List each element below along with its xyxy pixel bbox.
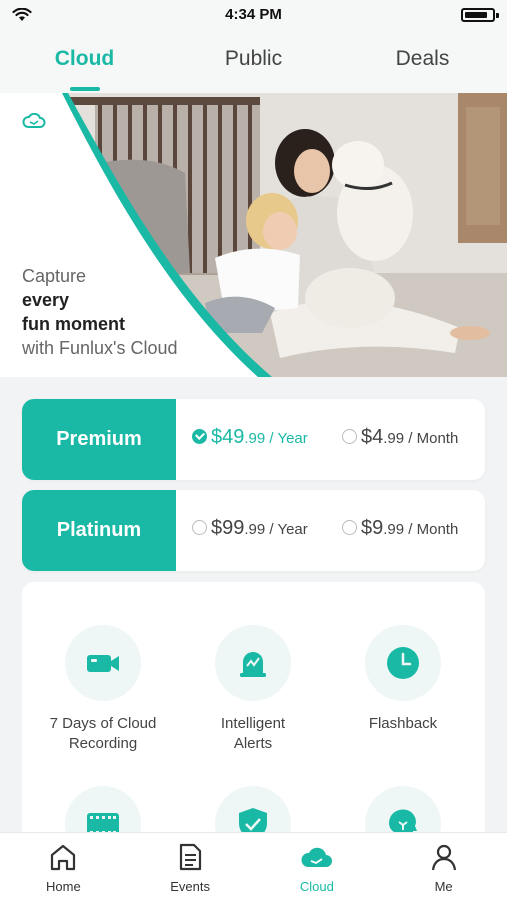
tab-label: Deals	[395, 47, 450, 70]
nav-label: Cloud	[299, 879, 334, 894]
cloud-icon	[22, 113, 46, 128]
feature-label: Alerts	[233, 735, 273, 752]
price-dollars: $9	[361, 517, 384, 539]
price-cents: .99	[244, 430, 266, 447]
price-dollars: $49	[211, 426, 245, 448]
price-cents: .99	[383, 521, 405, 538]
nav-label: Home	[46, 879, 81, 894]
plan-card-platinum: Platinum $99.99 / Year $9.99 / Month	[22, 490, 485, 571]
nav-label: Me	[434, 879, 453, 894]
alert-bell-icon	[240, 652, 266, 677]
price-dollars: $4	[361, 426, 384, 448]
feature-flashback: Flashback	[333, 625, 473, 734]
tagline-line: every	[22, 290, 70, 310]
clock-icon	[387, 647, 419, 679]
person-icon	[431, 844, 456, 871]
home-icon	[51, 844, 76, 871]
nav-me[interactable]: Me	[380, 833, 507, 900]
price-period: / Year	[265, 521, 308, 538]
tab-cloud[interactable]: Cloud	[0, 30, 169, 93]
feature-label: Intelligent	[220, 715, 286, 732]
radio-checked-icon	[192, 429, 207, 444]
price-cents: .99	[244, 521, 266, 538]
tab-label: Public	[224, 47, 283, 70]
radio-unchecked-icon	[192, 520, 207, 535]
feature-intelligent-alerts: Intelligent Alerts	[183, 625, 323, 754]
battery-icon	[461, 8, 499, 22]
price-cents: .99	[383, 430, 405, 447]
feature-label: Recording	[68, 735, 138, 752]
price-option-platinum-year[interactable]: $99.99 / Year	[192, 517, 308, 540]
document-icon	[180, 843, 202, 871]
feature-cloud-recording: 7 Days of Cloud Recording	[33, 625, 173, 754]
price-option-platinum-month[interactable]: $9.99 / Month	[342, 517, 458, 540]
tab-deals[interactable]: Deals	[338, 30, 507, 93]
video-camera-icon	[87, 655, 119, 672]
plan-name: Premium	[22, 399, 176, 480]
plan-name: Platinum	[22, 490, 176, 571]
tab-label: Cloud	[54, 47, 115, 70]
price-period: / Month	[404, 521, 459, 538]
radio-unchecked-icon	[342, 520, 357, 535]
price-option-premium-month[interactable]: $4.99 / Month	[342, 426, 458, 449]
tagline-line: with Funlux's Cloud	[22, 338, 178, 358]
nav-home[interactable]: Home	[0, 833, 127, 900]
tagline-line: fun moment	[22, 314, 125, 334]
feature-label: 7 Days of Cloud	[49, 715, 157, 732]
nav-cloud[interactable]: Cloud	[254, 833, 381, 900]
status-time: 4:34 PM	[225, 6, 282, 23]
bottom-nav: Home Events Cloud Me	[0, 832, 507, 900]
cloud-icon	[301, 847, 332, 867]
tagline-line: Capture	[22, 266, 87, 286]
top-tabs: Cloud Public Deals	[0, 30, 507, 93]
price-period: / Month	[404, 430, 459, 447]
price-option-premium-year[interactable]: $49.99 / Year	[192, 426, 308, 449]
nav-label: Events	[170, 879, 210, 894]
feature-label: Flashback	[368, 715, 438, 732]
features-panel: 7 Days of Cloud Recording Intelligent Al…	[22, 582, 485, 842]
status-bar: 4:34 PM	[0, 0, 507, 30]
hero-tagline: Capture every fun moment with Funlux's C…	[22, 264, 178, 360]
tab-public[interactable]: Public	[169, 30, 338, 93]
nav-events[interactable]: Events	[127, 833, 254, 900]
hero-banner[interactable]: Capture every fun moment with Funlux's C…	[0, 93, 507, 377]
price-period: / Year	[265, 430, 308, 447]
price-dollars: $99	[211, 517, 245, 539]
plan-card-premium: Premium $49.99 / Year $4.99 / Month	[22, 399, 485, 480]
active-tab-indicator	[69, 87, 100, 91]
radio-unchecked-icon	[342, 429, 357, 444]
